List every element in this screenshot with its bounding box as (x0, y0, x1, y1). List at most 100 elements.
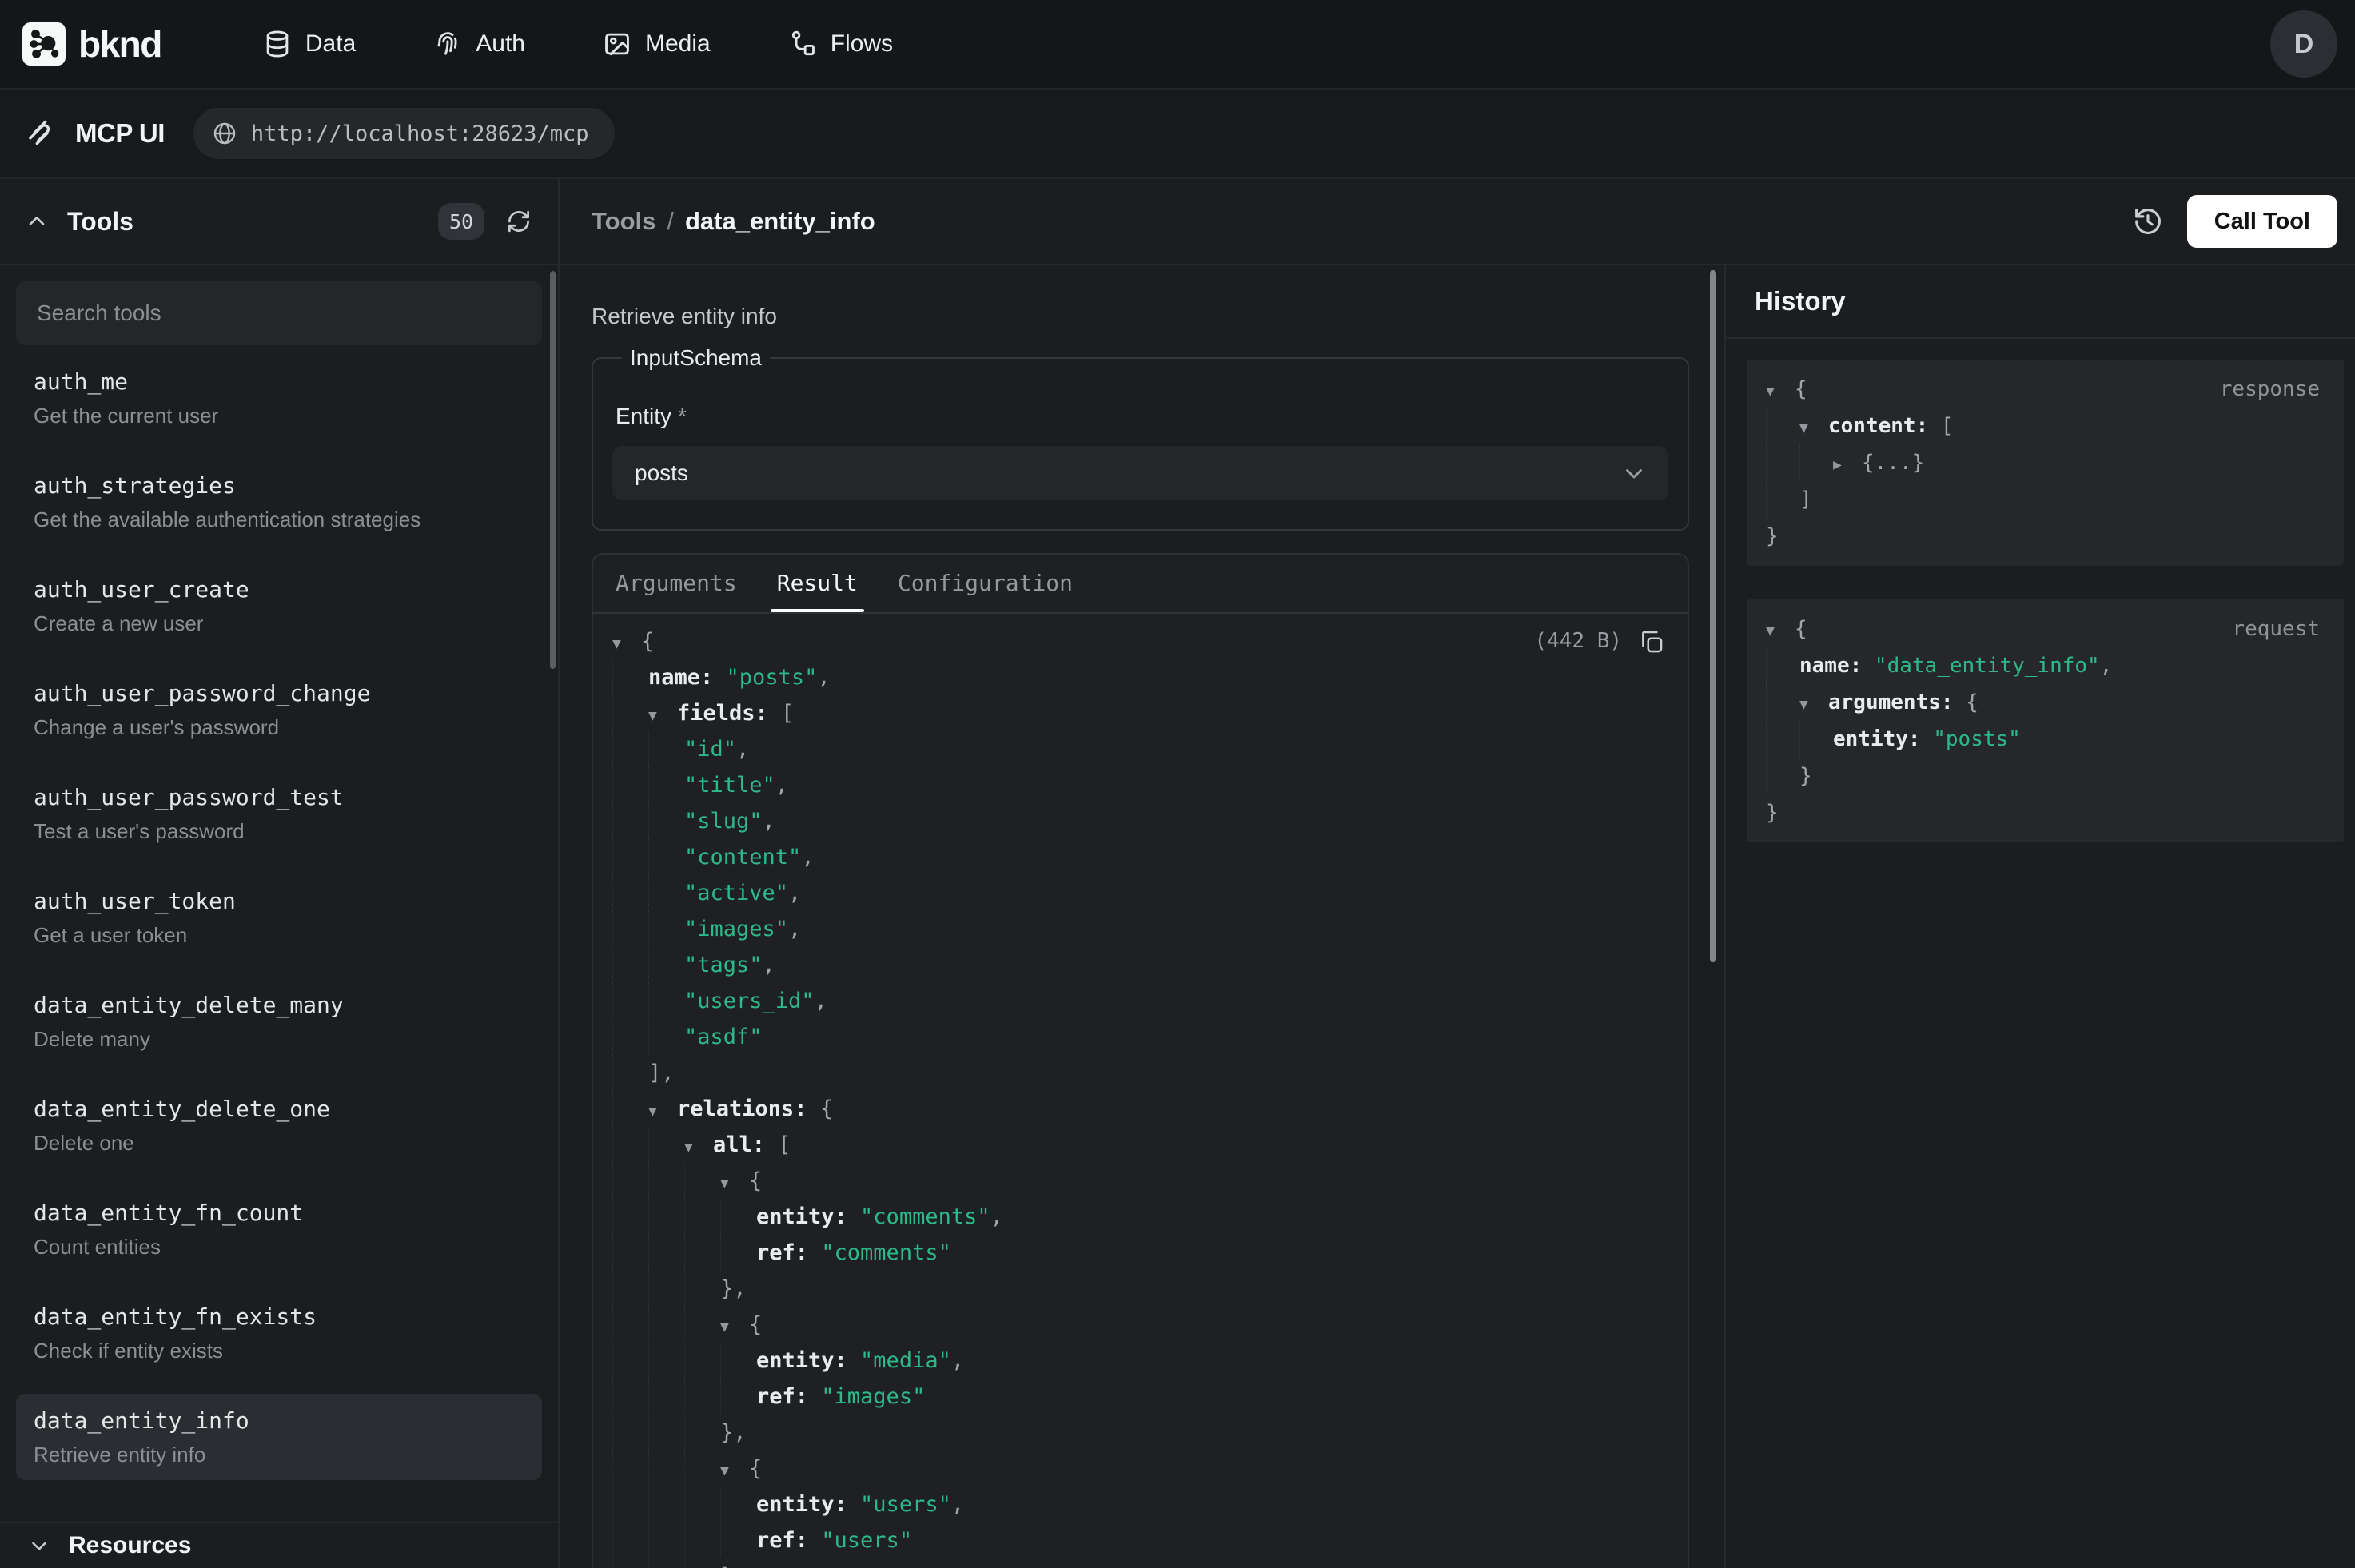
json-line: name: "posts", (612, 659, 1667, 695)
json-punctuation: { (1795, 377, 1807, 401)
indent-guide (648, 1199, 684, 1235)
globe-icon (211, 120, 238, 147)
tool-list-item[interactable]: data_entity_fn_countCount entities (16, 1186, 542, 1272)
indent-guide (720, 1199, 756, 1235)
indent-guide (648, 1163, 684, 1199)
json-string: "comments" (860, 1204, 990, 1229)
tool-description: Change a user's password (34, 714, 524, 741)
indent-guide (612, 947, 648, 983)
response-json-tree: ▼{response▼content: [▶{...}]} (1766, 371, 2325, 555)
tabs: Arguments Result Configuration (593, 555, 1688, 614)
content-scrollbar[interactable] (1710, 270, 1716, 962)
nav-item-auth[interactable]: Auth (432, 29, 525, 59)
indent-guide (612, 1271, 648, 1307)
collapse-arrow-icon[interactable]: ▼ (720, 1309, 749, 1345)
layout: Tools 50 auth_meGet the current userauth… (0, 179, 2355, 1568)
indent-guide (1766, 481, 1799, 518)
indent-guide (612, 1415, 648, 1451)
nav-item-media[interactable]: Media (602, 29, 711, 59)
collapse-arrow-icon[interactable]: ▼ (648, 1093, 677, 1129)
brand[interactable]: bknd (22, 22, 161, 66)
indent-guide (612, 767, 648, 803)
search-input[interactable] (37, 300, 521, 326)
tool-name: data_entity_info (34, 1406, 524, 1435)
history-icon[interactable] (2131, 205, 2165, 238)
tool-list-item[interactable]: auth_user_password_changeChange a user's… (16, 667, 542, 753)
refresh-icon[interactable] (505, 208, 532, 235)
nav-item-label: Flows (831, 30, 893, 58)
tab-configuration[interactable]: Configuration (898, 555, 1073, 612)
tool-list: auth_meGet the current user auth_strategi… (0, 345, 558, 1522)
tool-name: auth_strategies (34, 471, 524, 500)
tool-list-item[interactable]: data_entity_fn_existsCheck if entity exi… (16, 1290, 542, 1376)
indent-guide (648, 1558, 684, 1568)
json-punctuation: ] (1799, 488, 1812, 511)
indent-guide (684, 1558, 720, 1568)
tool-list-item[interactable]: auth_user_createCreate a new user (16, 563, 542, 649)
history-response-card[interactable]: ▼{response▼content: [▶{...}]} (1747, 360, 2344, 566)
resources-section-header[interactable]: Resources (0, 1522, 558, 1568)
json-key: ref: (756, 1528, 821, 1553)
json-punctuation: , (817, 665, 830, 690)
tab-result[interactable]: Result (777, 555, 858, 612)
breadcrumb-parent[interactable]: Tools (592, 207, 655, 236)
mcp-title: MCP UI (75, 118, 165, 149)
json-line: }, (612, 1271, 1667, 1307)
tool-list-item[interactable]: auth_user_tokenGet a user token (16, 874, 542, 961)
collapse-arrow-icon[interactable]: ▼ (612, 626, 641, 662)
avatar[interactable]: D (2270, 10, 2337, 78)
json-line: } (1766, 794, 2325, 831)
history-entry-tag: request (2232, 611, 2320, 647)
json-string: "tags" (684, 953, 763, 977)
json-line: entity: "posts" (1766, 721, 2325, 758)
sidebar-scrollbar[interactable] (550, 271, 556, 669)
collapse-arrow-icon[interactable]: ▼ (1799, 686, 1828, 723)
tool-name: auth_user_token (34, 886, 524, 916)
json-string: "content" (684, 845, 801, 870)
collapse-arrow-icon[interactable]: ▼ (684, 1129, 713, 1165)
json-punctuation: }, (720, 1420, 747, 1445)
entity-select[interactable]: posts (612, 446, 1668, 500)
copy-icon[interactable] (1638, 628, 1665, 655)
tab-arguments[interactable]: Arguments (616, 555, 737, 612)
json-string: "active" (684, 881, 788, 905)
chevron-up-icon[interactable] (24, 209, 50, 234)
indent-guide (612, 1127, 648, 1163)
json-line: "images", (612, 911, 1667, 947)
collapse-arrow-icon[interactable]: ▼ (648, 698, 677, 734)
json-line: ▼{ (612, 1307, 1667, 1343)
json-line: ▼{(442 B) (612, 623, 1667, 659)
tool-list-item[interactable]: data_entity_infoRetrieve entity info (16, 1394, 542, 1480)
json-string: "users" (821, 1528, 912, 1553)
json-line: } (1766, 518, 2325, 555)
tool-list-item[interactable]: auth_meGet the current user (16, 355, 542, 441)
indent-guide (1799, 444, 1833, 481)
tool-list-item[interactable]: auth_strategiesGet the available authent… (16, 459, 542, 545)
collapse-arrow-icon[interactable]: ▼ (1766, 613, 1795, 650)
tool-list-item[interactable]: data_entity_delete_oneDelete one (16, 1082, 542, 1168)
collapse-arrow-icon[interactable]: ▼ (1766, 373, 1795, 410)
collapse-arrow-icon[interactable]: ▼ (720, 1453, 749, 1489)
mcp-url-pill[interactable]: http://localhost:28623/mcp (193, 108, 615, 159)
indent-guide (1766, 444, 1799, 481)
call-tool-button[interactable]: Call Tool (2187, 195, 2337, 248)
collapse-arrow-icon[interactable]: ▼ (720, 1165, 749, 1201)
expand-arrow-icon[interactable]: ▶ (1833, 447, 1862, 484)
indent-guide (612, 1019, 648, 1055)
tool-list-item[interactable]: data_entity_delete_manyDelete many (16, 978, 542, 1065)
history-entry-tag: response (2220, 371, 2320, 408)
indent-guide (648, 803, 684, 839)
tool-list-item[interactable]: auth_user_password_testTest a user's pas… (16, 770, 542, 857)
history-title: History (1755, 286, 1846, 316)
indent-guide (648, 1486, 684, 1522)
json-line: "users_id", (612, 983, 1667, 1019)
json-string: "images" (684, 917, 788, 941)
json-punctuation: } (1766, 801, 1779, 825)
tool-description: Count entities (34, 1234, 524, 1260)
indent-guide (1766, 758, 1799, 794)
collapse-arrow-icon[interactable]: ▼ (1799, 410, 1828, 447)
history-request-card[interactable]: ▼{requestname: "data_entity_info",▼argum… (1747, 599, 2344, 842)
search-box (16, 281, 542, 345)
nav-item-data[interactable]: Data (262, 29, 356, 59)
nav-item-flows[interactable]: Flows (787, 29, 893, 59)
